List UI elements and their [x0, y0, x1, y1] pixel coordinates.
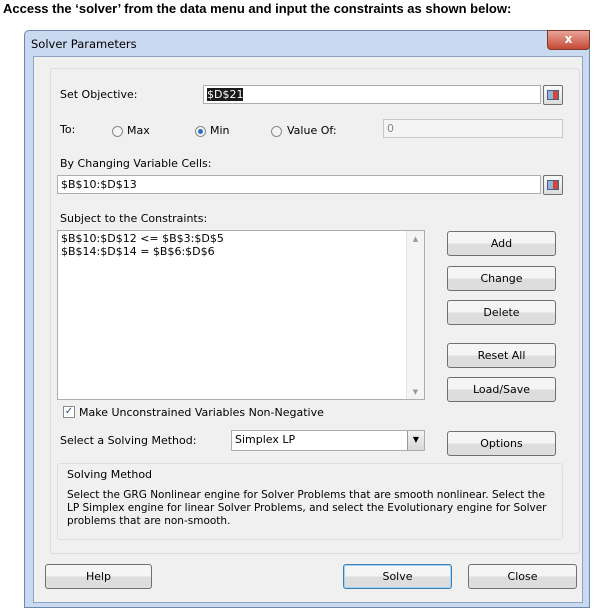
nonneg-checkbox[interactable]: ✓ [63, 406, 75, 418]
chevron-down-icon[interactable]: ▼ [407, 431, 424, 450]
delete-button[interactable]: Delete [447, 300, 556, 325]
solving-method-info: Solving Method Select the GRG Nonlinear … [57, 463, 563, 540]
instruction-heading: Access the ‘solver’ from the data menu a… [3, 1, 512, 16]
info-title: Solving Method [67, 468, 153, 481]
radio-max[interactable] [112, 126, 123, 137]
constraints-label: Subject to the Constraints: [60, 212, 208, 225]
add-button[interactable]: Add [447, 231, 556, 256]
dialog-title: Solver Parameters [31, 37, 137, 51]
close-button[interactable]: Close [468, 564, 577, 589]
constraint-item[interactable]: $B$14:$D$14 = $B$6:$D$6 [61, 245, 421, 258]
load-save-button[interactable]: Load/Save [447, 377, 556, 402]
range-select-icon [547, 180, 559, 190]
radio-value-of[interactable] [271, 126, 282, 137]
solving-method-value: Simplex LP [235, 433, 296, 446]
info-text: Select the GRG Nonlinear engine for Solv… [67, 489, 547, 527]
reset-all-button[interactable]: Reset All [447, 343, 556, 368]
changing-cells-ref-button[interactable] [543, 175, 563, 195]
radio-max-label: Max [127, 124, 150, 137]
solving-method-label: Select a Solving Method: [60, 434, 197, 447]
constraints-scrollbar[interactable]: ▲ ▼ [406, 231, 424, 399]
objective-value: $D$21 [207, 88, 244, 101]
objective-ref-button[interactable] [543, 85, 563, 105]
set-objective-label: Set Objective: [60, 88, 138, 101]
range-select-icon [547, 90, 559, 100]
solving-method-select[interactable]: Simplex LP ▼ [231, 430, 425, 451]
value-of-input[interactable]: 0 [383, 119, 563, 138]
scroll-up-icon: ▲ [412, 235, 419, 243]
options-button[interactable]: Options [447, 431, 556, 456]
help-button[interactable]: Help [45, 564, 152, 589]
scroll-down-icon: ▼ [412, 388, 419, 396]
radio-min[interactable] [195, 126, 206, 137]
change-button[interactable]: Change [447, 266, 556, 291]
changing-cells-label: By Changing Variable Cells: [60, 157, 212, 170]
radio-value-of-label: Value Of: [287, 124, 337, 137]
constraint-item[interactable]: $B$10:$D$12 <= $B$3:$D$5 [61, 232, 421, 245]
solve-button[interactable]: Solve [343, 564, 452, 589]
objective-input[interactable]: $D$21 [203, 85, 541, 104]
nonneg-label: Make Unconstrained Variables Non-Negativ… [79, 406, 324, 419]
constraints-list[interactable]: $B$10:$D$12 <= $B$3:$D$5 $B$14:$D$14 = $… [57, 230, 425, 400]
close-window-button[interactable]: x [547, 30, 590, 50]
to-label: To: [60, 123, 76, 136]
radio-min-label: Min [210, 124, 230, 137]
changing-cells-input[interactable]: $B$10:$D$13 [57, 175, 541, 194]
